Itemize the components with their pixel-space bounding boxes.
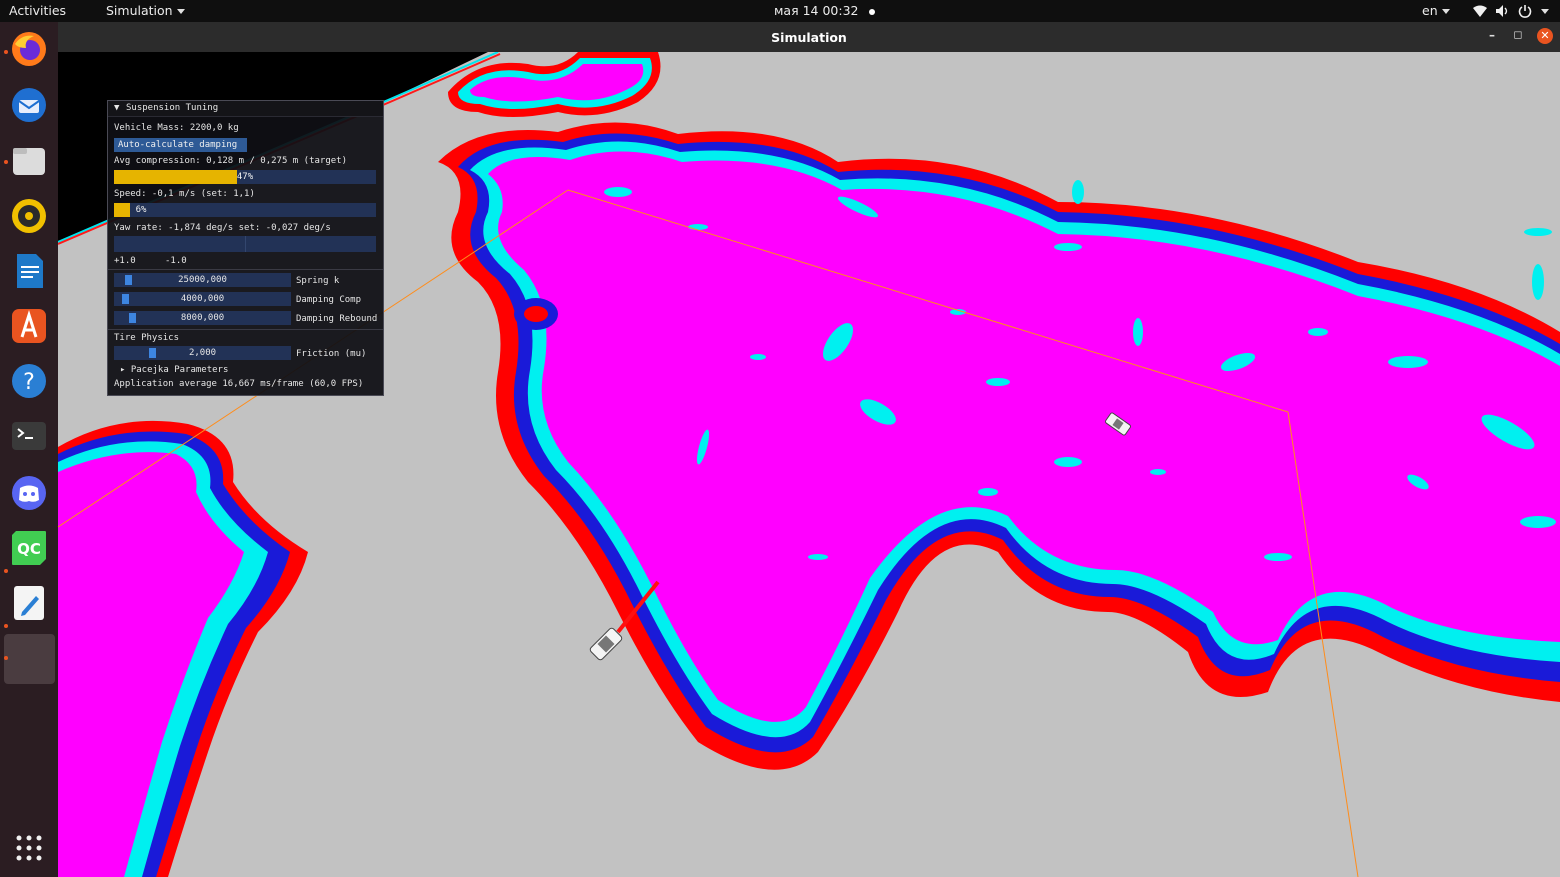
system-menu-chevron-icon[interactable]	[1541, 9, 1549, 14]
collapse-triangle-icon[interactable]: ▼	[114, 103, 119, 113]
spring-k-label: Spring k	[296, 276, 340, 286]
spring-k-slider[interactable]: 25000,000	[114, 273, 291, 287]
running-indicator	[4, 160, 8, 164]
spring-k-value: 25000,000	[178, 275, 227, 285]
discord-icon[interactable]	[10, 474, 48, 512]
plot-divider	[245, 236, 246, 252]
close-icon[interactable]: ✕	[1537, 28, 1553, 44]
dock: ? QC	[0, 22, 58, 877]
damping-rebound-slider[interactable]: 8000,000	[114, 311, 291, 325]
help-icon[interactable]: ?	[10, 362, 48, 400]
expand-triangle-icon: ▸	[120, 365, 126, 375]
clock[interactable]: мая 14 00:32	[774, 3, 875, 18]
qtcreator-icon[interactable]: QC	[10, 529, 48, 567]
firefox-icon[interactable]	[10, 30, 48, 68]
yaw-rate-label: Yaw rate: -1,874 deg/s set: -0,027 deg/s	[114, 223, 331, 233]
compression-progress-label: 47%	[236, 172, 254, 182]
speed-progress-bar: 6%	[114, 203, 376, 217]
running-indicator	[4, 50, 8, 54]
activities-button[interactable]: Activities	[9, 3, 66, 18]
fps-label: Application average 16,667 ms/frame (60,…	[114, 379, 364, 389]
panel-header[interactable]: ▼ Suspension Tuning	[108, 101, 383, 117]
app-menu[interactable]: Simulation	[106, 3, 185, 18]
window-title: Simulation	[771, 30, 847, 45]
pacejka-tree-node[interactable]: ▸ Pacejka Parameters	[120, 365, 228, 375]
svg-text:?: ?	[23, 370, 35, 395]
writer-icon[interactable]	[10, 252, 48, 290]
clock-label: мая 14 00:32	[774, 3, 859, 18]
yaw-rate-plot	[114, 236, 376, 252]
friction-label: Friction (mu)	[296, 349, 367, 359]
friction-slider[interactable]: 2,000	[114, 346, 291, 360]
language-label: en	[1422, 3, 1438, 18]
top-bar: Activities Simulation мая 14 00:32 en	[0, 0, 1560, 22]
speed-label: Speed: -0,1 m/s (set: 1,1)	[114, 189, 255, 199]
svg-text:QC: QC	[17, 540, 41, 558]
speed-progress-label: 6%	[135, 205, 147, 215]
notification-dot-icon	[868, 8, 875, 15]
friction-value: 2,000	[188, 348, 217, 358]
volume-icon[interactable]	[1495, 4, 1511, 18]
avg-compression-label: Avg compression: 0,128 m / 0,275 m (targ…	[114, 156, 347, 166]
auto-calculate-damping-button[interactable]: Auto-calculate damping	[114, 138, 247, 152]
thunderbird-icon[interactable]	[10, 86, 48, 124]
damping-rebound-label: Damping Rebound	[296, 314, 377, 324]
vehicle-mass-label: Vehicle Mass: 2200,0 kg	[114, 123, 239, 133]
chevron-down-icon	[1441, 9, 1450, 14]
damping-rebound-value: 8000,000	[180, 313, 225, 323]
pacejka-label: Pacejka Parameters	[130, 365, 229, 375]
window-titlebar[interactable]: Simulation – ◻ ✕	[58, 22, 1560, 52]
panel-title: Suspension Tuning	[126, 103, 219, 113]
power-icon[interactable]	[1518, 4, 1532, 18]
terminal-icon[interactable]	[10, 417, 48, 455]
show-apps-icon[interactable]	[16, 835, 42, 861]
wifi-icon[interactable]	[1472, 4, 1488, 18]
separator	[108, 269, 383, 270]
running-indicator	[4, 656, 8, 660]
plot-max-label: +1.0	[114, 256, 136, 266]
text-editor-icon[interactable]	[10, 584, 48, 622]
separator	[108, 329, 383, 330]
damping-comp-slider[interactable]: 4000,000	[114, 292, 291, 306]
damping-comp-value: 4000,000	[180, 294, 225, 304]
files-icon[interactable]	[10, 142, 48, 180]
language-selector[interactable]: en	[1422, 3, 1450, 18]
maximize-icon[interactable]: ◻	[1511, 28, 1525, 42]
damping-comp-label: Damping Comp	[296, 295, 362, 305]
suspension-tuning-panel[interactable]: ▼ Suspension Tuning Vehicle Mass: 2200,0…	[107, 100, 384, 396]
running-indicator	[4, 624, 8, 628]
auto-calculate-label: Auto-calculate damping	[118, 140, 238, 150]
running-indicator	[4, 569, 8, 573]
plot-min-label: -1.0	[165, 256, 187, 266]
rhythmbox-icon[interactable]	[10, 197, 48, 235]
app-center-icon[interactable]	[10, 307, 48, 345]
chevron-down-icon	[176, 9, 185, 14]
minimize-icon[interactable]: –	[1485, 28, 1499, 42]
tire-physics-header: Tire Physics	[114, 333, 180, 343]
simulation-app-icon[interactable]	[4, 634, 55, 684]
app-menu-label: Simulation	[106, 3, 173, 18]
compression-progress-bar: 47%	[114, 170, 376, 184]
